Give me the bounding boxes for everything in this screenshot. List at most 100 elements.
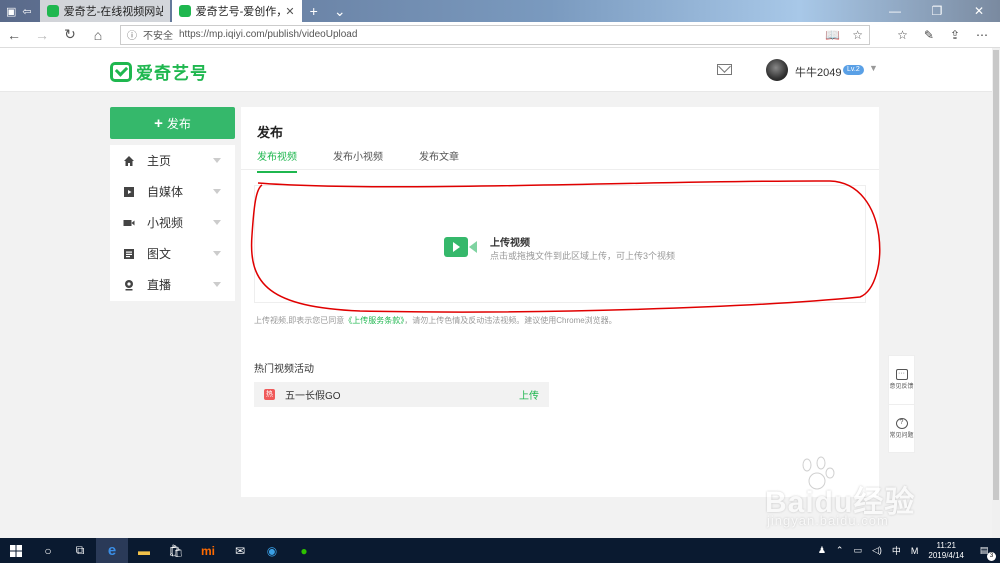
tab-back-icon[interactable]: ⇦	[22, 5, 31, 18]
cortana-icon[interactable]: ○	[32, 538, 64, 563]
tab-divider	[241, 169, 879, 170]
clock-time: 11:21	[936, 540, 956, 550]
iqiyi-favicon-icon	[46, 5, 59, 17]
tab-preview-icon[interactable]: ▣	[6, 5, 16, 18]
new-tab-button[interactable]: +	[302, 0, 326, 22]
task-view-icon[interactable]: ⧉	[64, 538, 96, 563]
tray-chevron-icon[interactable]: ⌃	[836, 545, 844, 556]
media-icon	[123, 186, 135, 198]
floating-help-panel: ··· 意见反馈 ? 常见问题	[888, 355, 915, 453]
home-button-icon[interactable]: ⌂	[84, 27, 112, 43]
publish-button[interactable]: + 发布	[110, 107, 235, 139]
minimize-icon[interactable]: —	[874, 0, 916, 22]
hot-badge: 热	[264, 389, 275, 400]
address-toolbar: ← → ↻ ⌂ ⓘ 不安全 https://mp.iqiyi.com/publi…	[0, 22, 1000, 48]
close-window-icon[interactable]: ✕	[958, 0, 1000, 22]
chevron-down-icon	[213, 282, 221, 287]
list-item: 热 五一长假GO 上传	[254, 382, 549, 407]
upload-notice: 上传视频,即表示您已同意《上传服务条款》，请勿上传色情及反动违法视频。建议使用C…	[254, 315, 617, 326]
sidebar-item-label: 直播	[147, 278, 172, 292]
mail-icon[interactable]	[717, 64, 732, 75]
chevron-down-icon	[213, 158, 221, 163]
file-explorer-icon[interactable]: ▬	[128, 538, 160, 563]
level-badge: Lv.2	[843, 65, 864, 75]
watermark-subtext: jingyan.baidu.com	[767, 513, 889, 528]
faq-button[interactable]: ? 常见问题	[889, 404, 914, 452]
sidebar-item-media[interactable]: 自媒体	[110, 176, 235, 207]
upload-title: 上传视频	[490, 238, 530, 249]
edge-browser-icon[interactable]: e	[96, 538, 128, 563]
people-icon[interactable]: ♟	[818, 545, 826, 556]
video-upload-dropzone[interactable]: 上传视频 点击或拖拽文件到此区域上传，可上传3个视频	[254, 185, 866, 303]
logo-text: 爱奇艺号	[136, 64, 208, 83]
windows-start-icon[interactable]	[0, 538, 32, 563]
share-icon[interactable]: ⇪	[950, 28, 960, 42]
sidebar-nav: 主页 自媒体 小视频 图文 直播	[110, 145, 235, 301]
chevron-down-icon	[213, 220, 221, 225]
publish-label: 发布	[166, 116, 191, 131]
sidebar-item-label: 小视频	[147, 216, 184, 230]
wechat-icon[interactable]: ●	[288, 538, 320, 563]
tab-title: 爱奇艺号-爱创作，爱奇	[195, 6, 281, 18]
action-center-icon[interactable]: ▤ 3	[974, 541, 996, 561]
window-controls: — ❐ ✕	[874, 0, 1000, 22]
avatar[interactable]	[766, 59, 788, 81]
scroll-thumb[interactable]	[993, 50, 999, 500]
feedback-button[interactable]: ··· 意见反馈	[889, 356, 914, 404]
browser-tab-bar: ▣ ⇦ 爱奇艺-在线视频网站-海量正 爱奇艺号-爱创作，爱奇 ✕ + ⌄ — ❐…	[0, 0, 1000, 22]
url-text[interactable]: https://mp.iqiyi.com/publish/videoUpload	[179, 29, 357, 40]
network-icon[interactable]: ▭	[853, 545, 862, 556]
iqiyi-favicon-icon	[178, 5, 191, 17]
user-menu-chevron-icon[interactable]: ▼	[869, 63, 878, 73]
notification-count: 3	[987, 551, 996, 561]
sidebar-item-label: 主页	[147, 154, 172, 168]
back-icon[interactable]: ←	[0, 27, 28, 43]
sidebar-item-live[interactable]: 直播	[110, 269, 235, 300]
windows-taskbar: ○ ⧉ e ▬ 🛍 mi ✉ ◉ ● ♟ ⌃ ▭ ◁) 中 M 11:21 20…	[0, 538, 1000, 563]
page-scrollbar[interactable]	[992, 48, 1000, 538]
chevron-down-icon	[213, 251, 221, 256]
refresh-icon[interactable]: ↻	[56, 26, 84, 43]
camera-icon	[123, 217, 135, 229]
favorites-hub-icon[interactable]: ☆	[897, 28, 908, 42]
tab-tools: ▣ ⇦	[0, 0, 38, 22]
ime-indicator[interactable]: 中	[892, 544, 901, 557]
browser-tab-iqiyi[interactable]: 爱奇艺-在线视频网站-海量正	[39, 0, 170, 22]
notice-text: ，请勿上传色情及反动违法视频。建议使用Chrome浏览器。	[404, 316, 617, 325]
info-icon[interactable]: ⓘ	[127, 27, 137, 42]
activity-name[interactable]: 五一长假GO	[285, 387, 519, 402]
volume-icon[interactable]: ◁)	[872, 545, 882, 556]
sidebar-item-article[interactable]: 图文	[110, 238, 235, 269]
pen-icon[interactable]: ✎	[924, 28, 934, 42]
ime-mode-indicator[interactable]: M	[911, 546, 919, 556]
browser-tab-mp[interactable]: 爱奇艺号-爱创作，爱奇 ✕	[171, 0, 302, 22]
chevron-down-icon	[213, 189, 221, 194]
mi-icon[interactable]: mi	[192, 538, 224, 563]
article-icon	[123, 248, 135, 260]
username[interactable]: 牛牛2049	[795, 64, 841, 80]
tab-list-button[interactable]: ⌄	[326, 0, 354, 22]
close-tab-icon[interactable]: ✕	[285, 5, 294, 18]
site-header: 爱奇艺号 牛牛2049 Lv.2 ▼	[0, 48, 1000, 92]
activity-upload-link[interactable]: 上传	[519, 387, 539, 402]
store-icon[interactable]: 🛍	[160, 538, 192, 563]
chat-icon: ···	[895, 369, 908, 380]
more-icon[interactable]: ⋯	[976, 28, 988, 42]
restore-icon[interactable]: ❐	[916, 0, 958, 22]
favorite-star-icon[interactable]: ☆	[852, 28, 863, 42]
app-m-icon[interactable]: ◉	[256, 538, 288, 563]
sidebar-item-short-video[interactable]: 小视频	[110, 207, 235, 238]
forward-icon[interactable]: →	[28, 27, 56, 43]
video-upload-icon	[444, 237, 477, 257]
terms-link[interactable]: 《上传服务条款》	[344, 316, 404, 325]
clock[interactable]: 11:21 2019/4/14	[928, 541, 964, 561]
address-field[interactable]: ⓘ 不安全 https://mp.iqiyi.com/publish/video…	[120, 24, 870, 45]
site-logo[interactable]: 爱奇艺号	[110, 59, 208, 84]
mail-app-icon[interactable]: ✉	[224, 538, 256, 563]
logo-check-icon	[110, 61, 132, 82]
faq-label: 常见问题	[889, 432, 914, 439]
sidebar-item-home[interactable]: 主页	[110, 145, 235, 176]
plus-icon: +	[154, 114, 163, 132]
question-icon: ?	[895, 417, 908, 429]
reading-view-icon[interactable]: 📖	[825, 28, 840, 42]
